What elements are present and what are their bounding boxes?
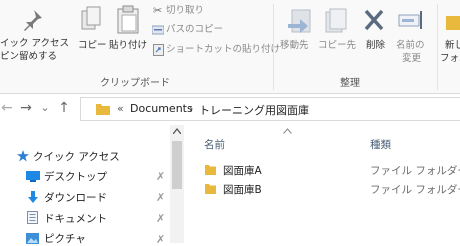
column-header-name[interactable]: 名前	[204, 137, 225, 152]
rename-label-line2: 変更	[402, 53, 422, 64]
new-folder-icon	[446, 16, 460, 30]
navigation-pane: クイック アクセス デスクトップ ✗ ダウンロード ✗ ドキュメント ✗ ピクチ…	[0, 125, 188, 246]
rename-label-line1: 名前の	[396, 40, 425, 51]
row-type: ファイル フォルダー	[370, 184, 460, 196]
pin-icon[interactable]: ✗	[156, 233, 165, 246]
copy-path-icon	[152, 25, 164, 35]
paste-shortcut-icon	[153, 44, 164, 56]
file-list: 名前 種類 図面庫A ファイル フォルダー 図面庫B ファイル フォルダー	[188, 125, 460, 243]
row-name: 図面庫B	[223, 184, 262, 196]
move-to-label: 移動先	[280, 40, 309, 51]
new-folder-label-line1: 新し	[445, 40, 460, 51]
row-type: ファイル フォルダー	[370, 165, 460, 177]
ribbon: イック アクセス ピン留めする コピー 貼り付け ✂ 切り取り パスのコピー シ…	[0, 0, 460, 94]
clipboard-icon	[117, 5, 139, 34]
paste-label: 貼り付け	[109, 40, 148, 51]
scroll-up-arrow-icon[interactable]	[173, 128, 181, 134]
nav-item-label: ダウンロード	[44, 192, 107, 204]
move-to-icon	[288, 9, 311, 33]
cut-label: 切り取り	[166, 5, 205, 16]
scrollbar-thumb[interactable]	[172, 141, 182, 189]
clipboard-group-label: クリップボード	[100, 78, 170, 89]
navpane-scrollbar[interactable]	[170, 125, 184, 243]
pin-icon[interactable]: ✗	[156, 191, 165, 204]
nav-item-label: デスクトップ	[44, 171, 107, 183]
breadcrumb-separator: ›	[189, 102, 194, 115]
pushpin-icon	[24, 10, 42, 31]
breadcrumb-documents[interactable]: Documents	[130, 102, 193, 115]
column-header-type[interactable]: 種類	[370, 137, 391, 152]
desktop-icon	[26, 171, 40, 182]
document-icon	[27, 211, 38, 224]
ribbon-separator	[437, 4, 438, 90]
copy-to-label: コピー先	[318, 40, 357, 51]
sort-ascending-icon	[283, 128, 292, 134]
nav-item-label: ドキュメント	[44, 213, 107, 225]
pin-icon[interactable]: ✗	[156, 212, 165, 225]
row-name: 図面庫A	[223, 165, 262, 177]
new-folder-label-line2: フォル	[440, 53, 460, 64]
folder-icon	[205, 184, 216, 194]
forward-button[interactable]: →	[16, 94, 36, 122]
pin-icon[interactable]: ✗	[156, 170, 165, 183]
star-icon	[17, 150, 29, 162]
folder-icon	[205, 165, 216, 175]
folder-icon	[96, 104, 110, 115]
copy-to-icon	[325, 8, 347, 33]
recent-locations-button[interactable]: ⌄	[38, 94, 52, 122]
copy-path-label: パスのコピー	[166, 24, 224, 35]
address-bar[interactable]: « Documents › トレーニング用図面庫	[80, 97, 460, 121]
paste-shortcut-label: ショートカットの貼り付け	[166, 44, 281, 55]
organize-group-label: 整理	[340, 78, 360, 89]
copy-label: コピー	[78, 40, 107, 51]
delete-x-icon	[364, 9, 384, 31]
pin-label-line2: ピン留めする	[0, 51, 58, 62]
rename-icon	[398, 11, 422, 29]
back-button[interactable]: ←	[0, 94, 14, 122]
nav-item-label: クイック アクセス	[33, 151, 120, 163]
navigation-bar: ← → ⌄ ↑ « Documents › トレーニング用図面庫	[0, 94, 460, 122]
ribbon-separator	[273, 4, 274, 90]
scissors-icon: ✂	[153, 4, 163, 17]
nav-item-label: ピクチャ	[44, 233, 86, 245]
download-icon	[28, 191, 38, 203]
pictures-icon	[26, 233, 39, 244]
delete-label: 削除	[366, 40, 386, 51]
breadcrumb-training-drawings[interactable]: トレーニング用図面庫	[199, 102, 309, 118]
address-overflow-chevron[interactable]: «	[117, 102, 124, 115]
pin-label-line1: イック アクセス	[0, 38, 70, 49]
copy-icon	[81, 6, 101, 30]
up-button[interactable]: ↑	[54, 94, 74, 122]
